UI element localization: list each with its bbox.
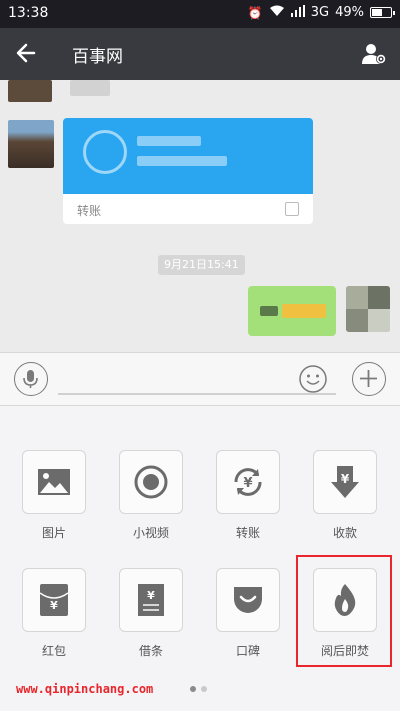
svg-text:¥: ¥ bbox=[243, 476, 252, 491]
panel-item-label: 转账 bbox=[235, 526, 260, 540]
message-input[interactable] bbox=[58, 393, 336, 395]
panel-item-label: 借条 bbox=[138, 644, 163, 658]
panel-item-receive[interactable]: ¥ 收款 bbox=[313, 450, 377, 541]
status-time: 13:38 bbox=[8, 5, 49, 21]
koubei-icon[interactable] bbox=[216, 568, 280, 632]
panel-item-iou[interactable]: ¥ 借条 bbox=[119, 568, 183, 659]
blurred-text bbox=[137, 156, 227, 166]
network-type: 3G bbox=[310, 5, 330, 20]
panel-item-label: 红包 bbox=[41, 644, 66, 658]
nav-bar: 百事网 bbox=[0, 28, 400, 80]
payment-logo-icon bbox=[285, 202, 299, 216]
status-indicators: ⏰ 3G 49% bbox=[247, 5, 395, 20]
transfer-card[interactable]: 转账 bbox=[63, 118, 313, 224]
signal-icon bbox=[290, 5, 305, 20]
input-bar bbox=[0, 352, 400, 406]
avatar[interactable] bbox=[8, 80, 52, 102]
video-record-icon[interactable] bbox=[119, 450, 183, 514]
status-bar: 13:38 ⏰ 3G 49% bbox=[0, 0, 400, 28]
blurred-text bbox=[70, 80, 110, 96]
receive-money-icon[interactable]: ¥ bbox=[313, 450, 377, 514]
transfer-label: 转账 bbox=[77, 204, 102, 218]
svg-text:¥: ¥ bbox=[341, 472, 350, 486]
panel-item-video[interactable]: 小视频 bbox=[119, 450, 183, 541]
page-dot-active bbox=[190, 686, 196, 692]
wifi-icon bbox=[269, 5, 285, 20]
smiley-icon[interactable] bbox=[298, 364, 328, 394]
sent-message[interactable] bbox=[248, 286, 336, 336]
transfer-icon bbox=[83, 130, 127, 174]
extension-panel: 图片 小视频 ¥ 转账 ¥ 收款 ¥ 红包 ¥ 借条 口碑 阅后即焚 www.q… bbox=[0, 406, 400, 711]
panel-item-label: 口碑 bbox=[235, 644, 260, 658]
chat-title: 百事网 bbox=[72, 47, 123, 67]
blurred-emoji bbox=[282, 304, 326, 318]
avatar[interactable] bbox=[346, 286, 390, 332]
transfer-icon[interactable]: ¥ bbox=[216, 450, 280, 514]
battery-percent: 49% bbox=[335, 5, 364, 20]
panel-item-label: 收款 bbox=[332, 526, 357, 540]
panel-item-koubei[interactable]: 口碑 bbox=[216, 568, 280, 659]
highlight-annotation bbox=[296, 555, 392, 667]
panel-item-red-envelope[interactable]: ¥ 红包 bbox=[22, 568, 86, 659]
arrow-left-icon[interactable] bbox=[14, 40, 40, 66]
chat-area[interactable]: 转账 9月21日15:41 bbox=[0, 80, 400, 352]
microphone-icon[interactable] bbox=[14, 362, 48, 396]
blurred-text bbox=[260, 306, 278, 316]
page-dot bbox=[201, 686, 207, 692]
user-settings-icon[interactable] bbox=[360, 40, 388, 68]
svg-text:¥: ¥ bbox=[50, 599, 58, 612]
battery-icon bbox=[370, 7, 395, 18]
red-envelope-icon[interactable]: ¥ bbox=[22, 568, 86, 632]
page-indicator bbox=[190, 686, 207, 692]
plus-icon[interactable] bbox=[352, 362, 386, 396]
panel-item-image[interactable]: 图片 bbox=[22, 450, 86, 541]
panel-item-label: 小视频 bbox=[132, 526, 169, 540]
panel-item-transfer[interactable]: ¥ 转账 bbox=[216, 450, 280, 541]
avatar[interactable] bbox=[8, 120, 54, 168]
iou-note-icon[interactable]: ¥ bbox=[119, 568, 183, 632]
blurred-text bbox=[137, 136, 201, 146]
svg-text:¥: ¥ bbox=[147, 589, 155, 602]
panel-item-label: 图片 bbox=[41, 526, 66, 540]
watermark: www.qinpinchang.com bbox=[16, 682, 154, 696]
alarm-icon: ⏰ bbox=[247, 5, 263, 20]
image-icon[interactable] bbox=[22, 450, 86, 514]
message-timestamp: 9月21日15:41 bbox=[158, 255, 245, 275]
